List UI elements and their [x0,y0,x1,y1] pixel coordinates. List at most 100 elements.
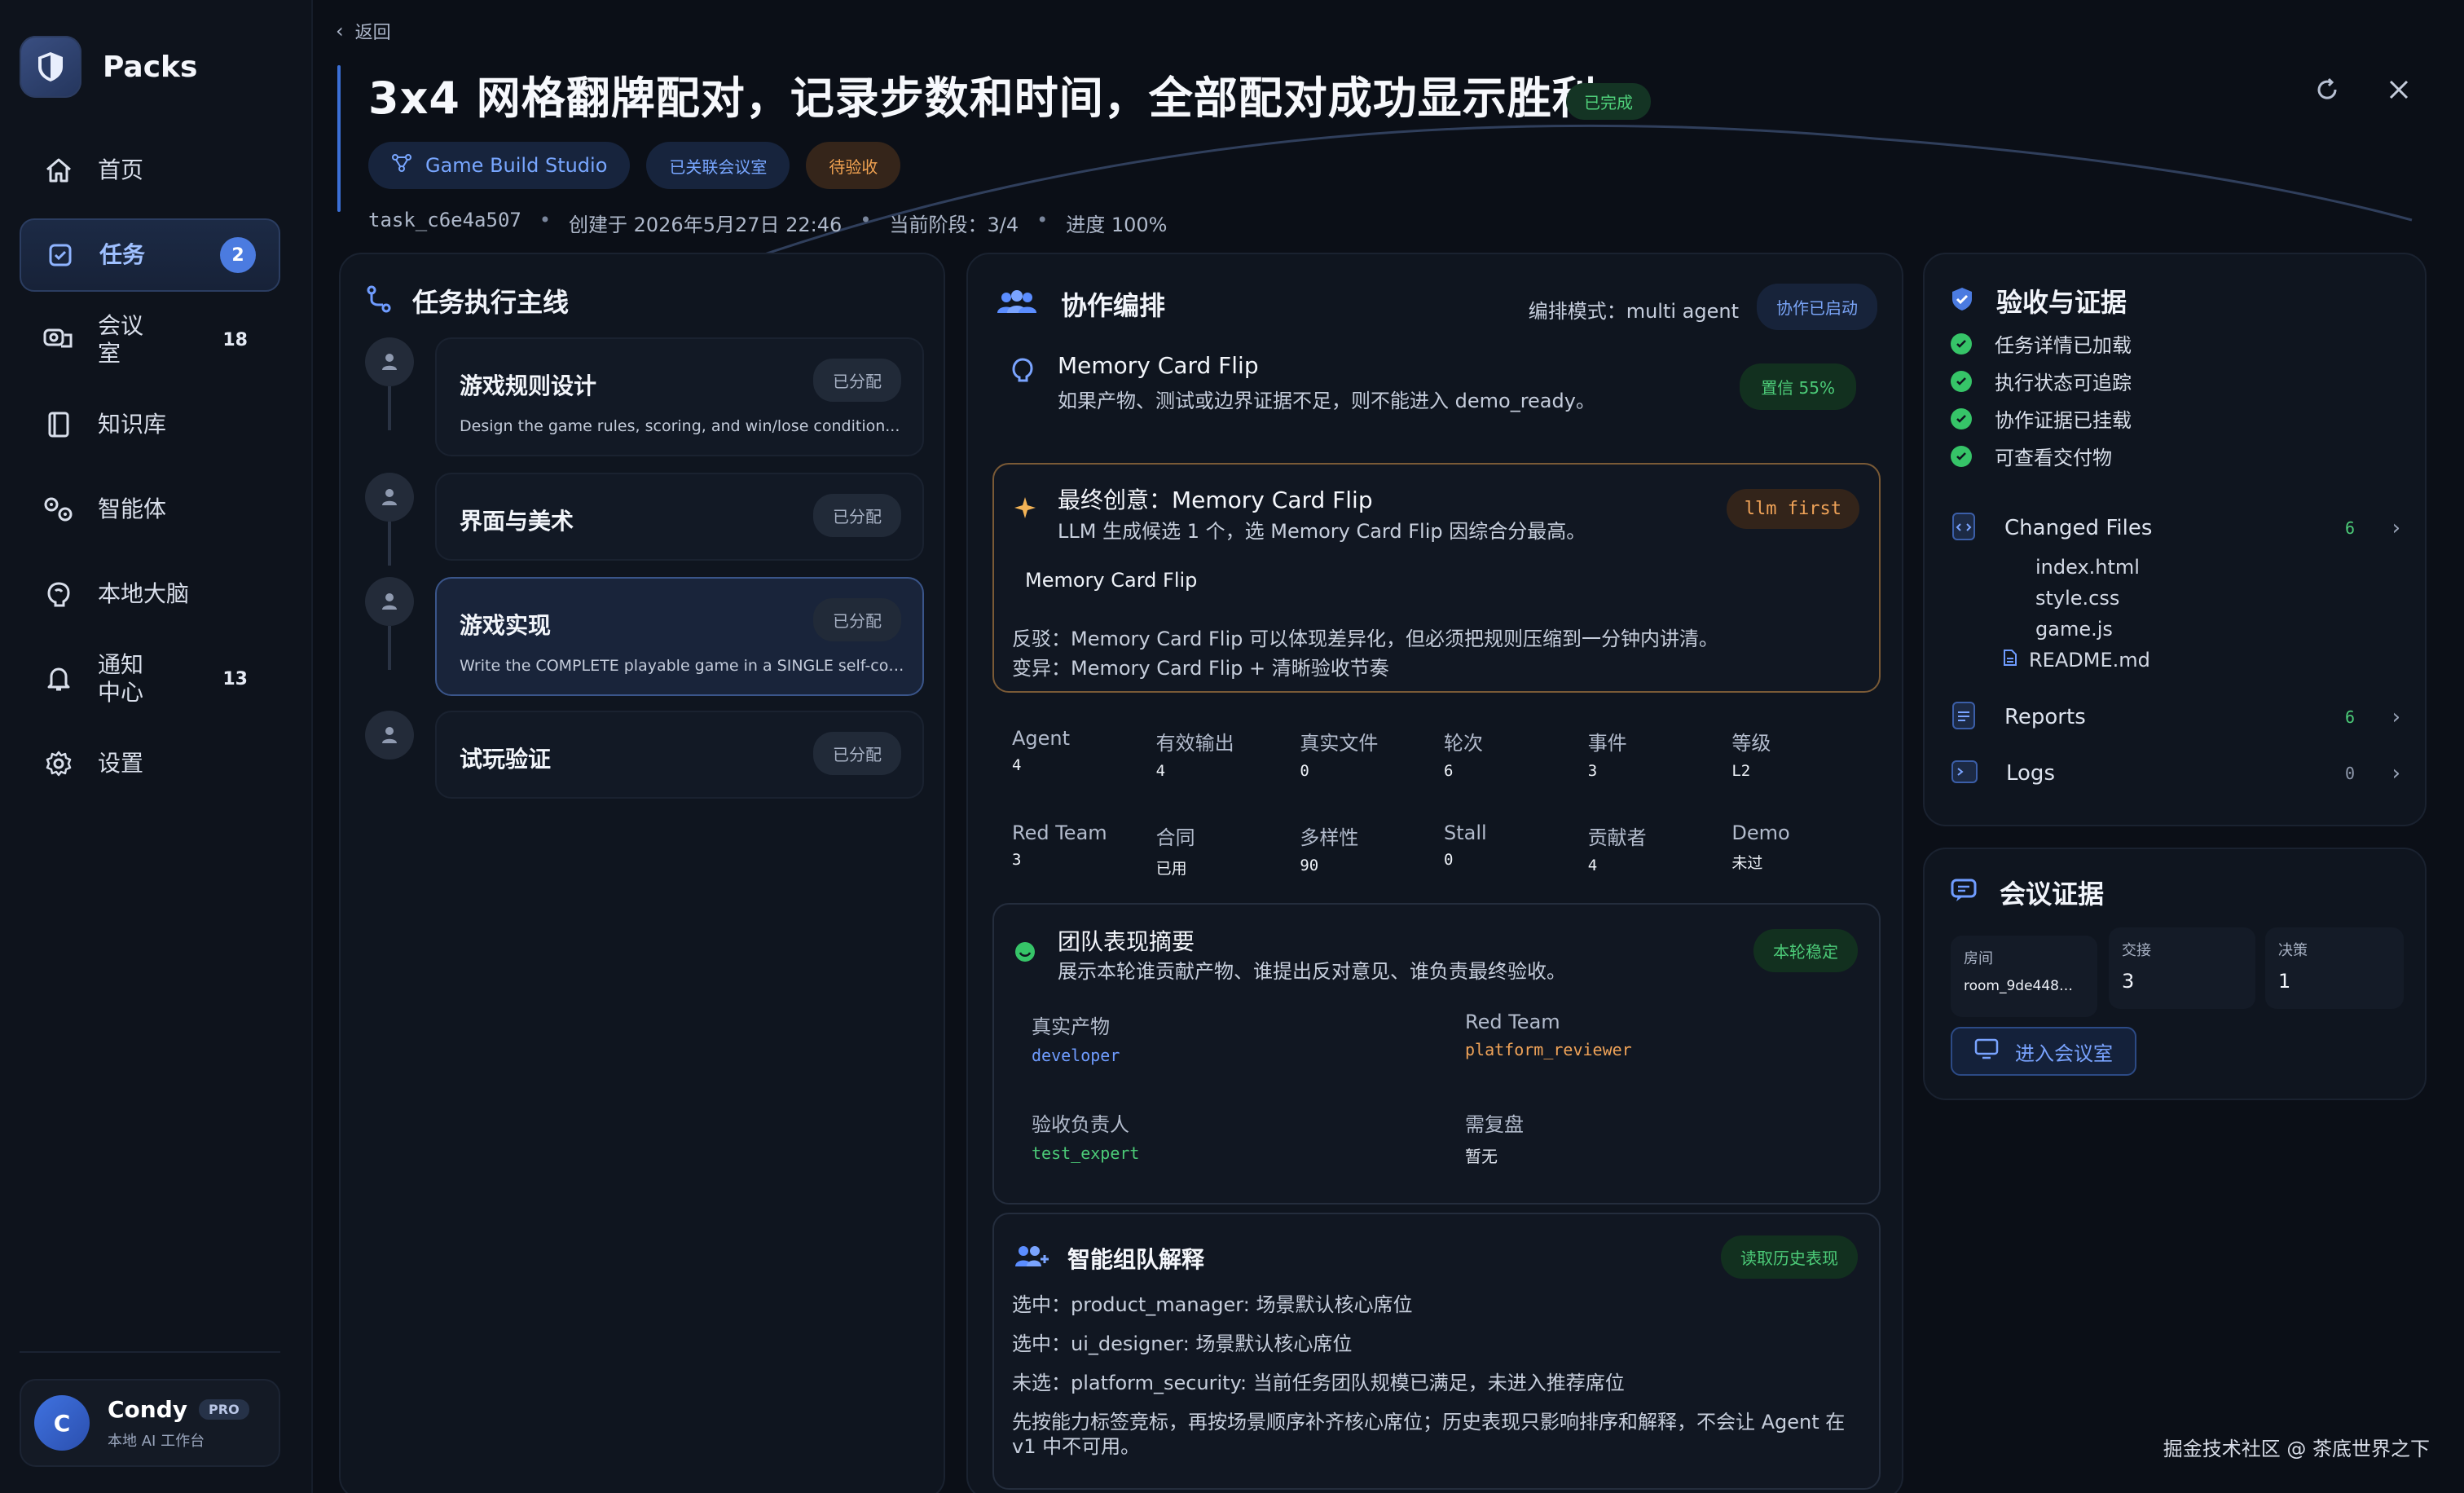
sidebar-item-notifications[interactable]: 通知 中心 13 [20,642,280,716]
check-item: 任务详情已加载 [1951,329,2132,358]
sidebar-item-settings[interactable]: 设置 [20,727,280,800]
checkbox-icon [44,239,77,271]
explain-line: 选中：product_manager: 场景默认核心席位 [1012,1293,1413,1316]
divider [20,1351,280,1353]
task-meta: task_c6e4a507 • 创建于 2026年5月27日 22:46 • 当… [368,209,1168,236]
step-description: Write the COMPLETE playable game in a SI… [460,657,908,675]
kv-label: Red Team [1465,1011,1560,1033]
sidebar-item-label: 首页 [98,156,144,183]
chip-studio[interactable]: Game Build Studio [368,142,631,189]
variant-text: 变异：Memory Card Flip + 清晰验收节奏 [1012,657,1389,680]
stat-label: 真实文件 [1300,732,1379,755]
team-summary-title: 团队表现摘要 [1058,928,1195,955]
kv-value: developer [1032,1046,1120,1065]
enter-meeting-button[interactable]: 进入会议室 [1951,1027,2136,1076]
chip-label: Game Build Studio [425,154,608,177]
explain-line: 选中：ui_designer: 场景默认核心席位 [1012,1332,1353,1355]
stat-value: 0 [1300,762,1309,780]
stat-value: 4 [1587,857,1598,874]
brand[interactable]: Packs [20,36,197,98]
created-at: 创建于 2026年5月27日 22:46 [569,214,843,236]
step-card[interactable]: 试玩验证 已分配 [435,711,924,799]
task-count-badge: 2 [220,237,256,273]
group-count: 6 [2344,518,2355,538]
sidebar-item-tasks[interactable]: 任务 2 [20,218,280,292]
stat-value: L2 [1731,762,1751,780]
check-item: 可查看交付物 [1951,442,2112,470]
stable-badge: 本轮稳定 [1753,929,1858,972]
stat-value: 已用 [1155,860,1187,878]
kv-label: 需复盘 [1465,1113,1524,1136]
meeting-count: 18 [222,329,248,350]
stat-label: 合同 [1155,826,1195,849]
kv-red-team: Red Team platform_reviewer [1465,1011,1632,1059]
file-item[interactable]: style.css [2035,587,2119,610]
sidebar-item-label: 任务 [99,241,146,268]
timeline-connector [388,522,391,566]
back-link[interactable]: ‹ 返回 [336,18,391,44]
sidebar-item-home[interactable]: 首页 [20,134,280,207]
brain-icon [1010,357,1035,386]
task-id: task_c6e4a507 [368,209,521,231]
panel-title: 任务执行主线 [412,287,570,318]
collab-status-badge: 协作已启动 [1757,284,1877,330]
timeline-step: 游戏实现 已分配 Write the COMPLETE playable gam… [365,577,927,696]
group-label: Changed Files [2004,516,2153,540]
logs-group[interactable]: Logs 0 › [1951,760,2407,800]
close-icon[interactable] [2381,72,2417,108]
chip-linked-meeting[interactable]: 已关联会议室 [646,142,790,189]
step-name: 游戏实现 [460,612,552,639]
sidebar-item-agents[interactable]: 智能体 [20,473,280,546]
notification-count: 13 [222,668,248,689]
group-count: 6 [2344,707,2355,727]
file-item[interactable]: game.js [2035,618,2113,641]
terminal-icon [1951,760,1978,787]
monitor-icon [1974,1038,1999,1064]
step-name: 试玩验证 [460,746,552,773]
stat-value: 3 [1012,851,1022,869]
sidebar-item-label: 智能体 [98,495,167,522]
progress: 进度 100% [1066,214,1168,236]
step-status-badge: 已分配 [813,494,901,537]
explain-line: 未选：platform_security: 当前任务团队规模已满足，未进入推荐席… [1012,1372,1625,1394]
confidence-badge: 置信 55% [1740,363,1856,410]
sidebar-item-label: 设置 [98,750,144,777]
step-card[interactable]: 界面与美术 已分配 [435,473,924,561]
sidebar-item-meeting-room[interactable]: 会议 室 18 [20,303,280,377]
gear-icon [42,747,75,780]
meeting-evidence-panel: 会议证据 房间 room_9de448… 交接 3 决策 1 进入会议室 [1923,848,2427,1100]
file-item[interactable]: README.md [2003,649,2150,672]
report-icon [1951,701,1977,733]
step-name: 游戏规则设计 [460,372,597,399]
user-subtitle: 本地 AI 工作台 [108,1432,205,1450]
sidebar-item-knowledge[interactable]: 知识库 [20,388,280,461]
changed-files-header[interactable]: Changed Files 6 › [1951,512,2407,544]
user-card[interactable]: C Condy PRO 本地 AI 工作台 [20,1379,280,1467]
file-item[interactable]: index.html [2035,556,2140,579]
team-summary-subtitle: 展示本轮谁贡献产物、谁提出反对意见、谁负责最终验收。 [1058,960,1566,983]
stat-label: 等级 [1731,732,1771,755]
watermark: 掘金技术社区 @ 茶底世界之下 [2163,1438,2430,1460]
check-circle-icon [1951,407,1972,429]
stat-label: Stall [1444,821,1487,844]
cell-label: 交接 [2122,942,2151,959]
button-label: 进入会议室 [2015,1042,2113,1065]
step-card[interactable]: 游戏规则设计 已分配 Design the game rules, scorin… [435,337,924,456]
sidebar-item-local-brain[interactable]: 本地大脑 [20,557,280,631]
refresh-icon[interactable] [2309,72,2345,108]
step-card-active[interactable]: 游戏实现 已分配 Write the COMPLETE playable gam… [435,577,924,696]
reports-group[interactable]: Reports 6 › [1951,701,2407,742]
history-badge[interactable]: 读取历史表现 [1721,1235,1858,1279]
collab-panel: 协作编排 编排模式：multi agent 协作已启动 Memory Card … [966,253,1903,1493]
title-accent-bar [337,65,341,212]
sidebar: Packs 首页 任务 2 会议 室 18 知识库 智能体 本地大脑 通知 中心… [0,0,313,1493]
page-title: 3x4 网格翻牌配对，记录步数和时间，全部配对成功显示胜利 [368,73,1597,124]
chip-pending-acceptance[interactable]: 待验收 [806,142,901,189]
step-name: 界面与美术 [460,508,574,535]
shield-check-icon [1951,286,1973,315]
person-icon [365,473,414,522]
person-icon [365,711,414,760]
kv-label: 验收负责人 [1032,1113,1129,1136]
bell-icon [42,663,75,695]
stat-label: Red Team [1012,821,1107,844]
